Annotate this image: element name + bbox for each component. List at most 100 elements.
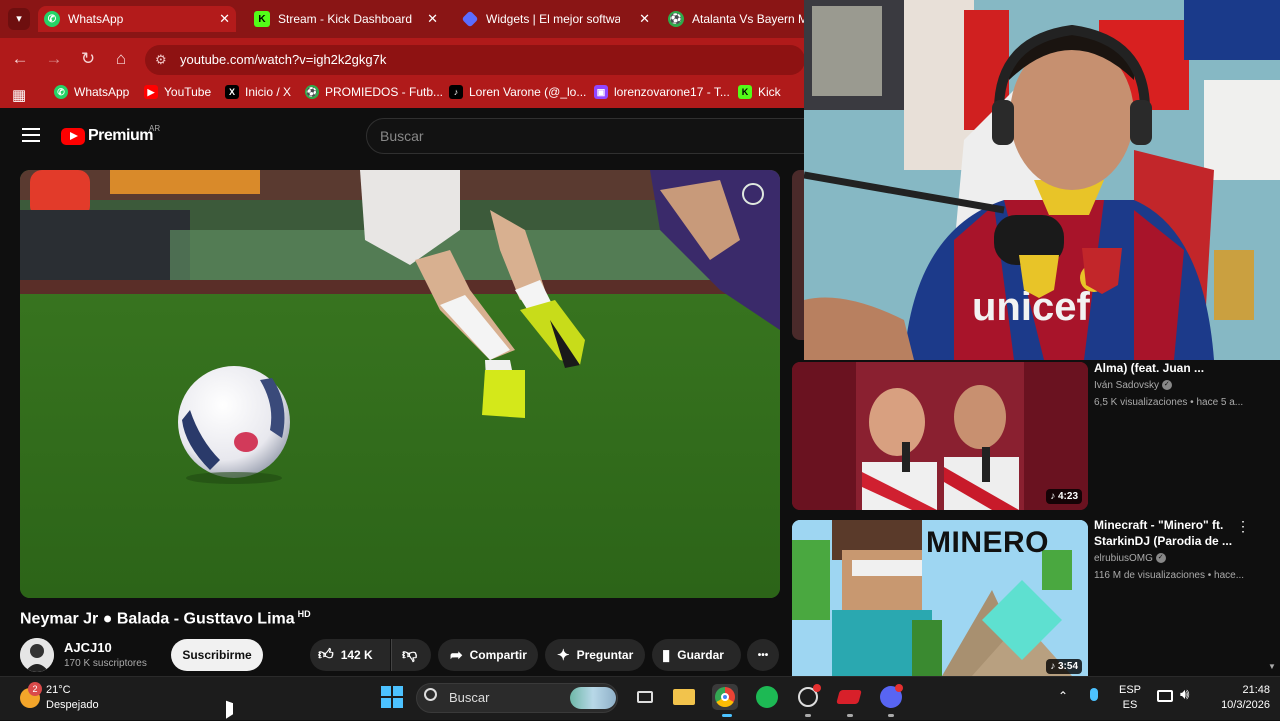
promiedos-icon: ⚽ [305, 85, 319, 99]
tab-whatsapp[interactable]: ✆ WhatsApp ✕ [38, 6, 236, 32]
video-player[interactable] [20, 170, 780, 598]
x-icon: X [225, 85, 239, 99]
recommendation-thumbnail[interactable]: MINERO ♪ 3:54 [792, 520, 1088, 676]
ask-button[interactable]: ✦ Preguntar [545, 639, 645, 671]
thumbs-down-icon: 👎︎ [402, 646, 418, 663]
youtube-search-placeholder: Buscar [380, 128, 424, 144]
subscribe-button[interactable]: Suscribirme [171, 639, 263, 671]
microphone-icon[interactable] [1090, 688, 1098, 701]
whatsapp-icon: ✆ [54, 85, 68, 99]
recommendation-title-line-2[interactable]: StarkinDJ (Parodia de ... [1094, 534, 1232, 549]
bookmark-youtube[interactable]: ▶ YouTube [144, 85, 211, 99]
close-tab-icon[interactable]: ✕ [427, 11, 438, 27]
home-icon[interactable]: ⌂ [110, 48, 132, 70]
more-icon: ••• [757, 649, 769, 661]
volume-icon[interactable]: 🔊︎ [1180, 686, 1189, 703]
streaming-app-icon[interactable] [836, 684, 862, 710]
bookmark-label: Loren Varone (@_lo... [469, 85, 587, 99]
thumbnail-image [792, 362, 1088, 510]
bookmark-label: YouTube [164, 85, 212, 99]
tab-atalanta-bayern[interactable]: ⚽ Atalanta Vs Bayern Mu [662, 6, 804, 32]
duration-text: 3:54 [1057, 661, 1078, 672]
tab-kick-dashboard[interactable]: K Stream - Kick Dashboard ✕ [248, 6, 444, 32]
video-title-text: Neymar Jr ● Balada - Gusttavo Lima [20, 610, 295, 628]
streaming-app-running-indicator [847, 714, 853, 717]
bookmark-icon: ▮ [662, 647, 671, 664]
weather-widget[interactable]: 2 21°C Despejado [18, 682, 128, 714]
channel-avatar[interactable] [20, 638, 54, 672]
channel-name[interactable]: AJCJ10 [64, 640, 112, 655]
recommendation-thumbnail-partial[interactable] [792, 170, 804, 340]
webcam-overlay: unicef [804, 0, 1280, 360]
network-icon[interactable] [1157, 690, 1173, 702]
youtube-logo-icon[interactable] [61, 128, 85, 145]
avatar-image [20, 638, 54, 672]
back-arrow-icon[interactable]: ← [9, 48, 31, 70]
site-settings-icon[interactable]: ⚙ [155, 52, 167, 68]
thumbnail-caption: MINERO [926, 526, 1049, 559]
spotify-icon[interactable] [754, 684, 780, 710]
forward-arrow-icon[interactable]: → [43, 48, 65, 70]
windows-start-icon[interactable] [379, 684, 405, 710]
task-view-icon[interactable] [632, 684, 658, 710]
youtube-search-input[interactable] [366, 118, 806, 154]
reload-icon[interactable]: ↻ [77, 48, 99, 70]
recommendation-channel[interactable]: elrubiusOMG ✓ [1094, 553, 1166, 564]
close-tab-icon[interactable]: ✕ [219, 11, 230, 27]
widgets-icon [461, 10, 479, 28]
share-arrow-icon: ➦ [450, 647, 463, 664]
windows-logo-glyph [381, 686, 403, 708]
bookmark-x[interactable]: X Inicio / X [225, 85, 291, 99]
bookmark-promiedos[interactable]: ⚽ PROMIEDOS - Futb... [305, 85, 443, 99]
like-button[interactable]: 👍︎ 142 K [310, 639, 390, 671]
obs-recording-dot [813, 684, 821, 692]
channel-text: Iván Sadovsky [1094, 380, 1160, 391]
share-button[interactable]: ➦ Compartir [438, 639, 538, 671]
bookmark-tiktok[interactable]: ♪ Loren Varone (@_lo... [449, 85, 586, 99]
scrollbar-down-arrow-icon[interactable]: ▼ [1268, 662, 1276, 671]
tab-title: Widgets | El mejor software [486, 12, 620, 26]
more-actions-button[interactable]: ••• [747, 639, 779, 671]
tiktok-icon: ♪ [449, 85, 463, 99]
bookmark-label: WhatsApp [74, 85, 130, 99]
search-icon [424, 688, 437, 701]
duration-badge: ♪ 3:54 [1046, 659, 1082, 674]
verified-icon: ✓ [1155, 553, 1166, 564]
keyboard-region: ES [1122, 699, 1138, 711]
show-hidden-icons-icon[interactable]: ⌃ [1058, 689, 1068, 703]
recommendation-title-line-1[interactable]: Minecraft - "Minero" ft. [1094, 518, 1223, 533]
language-code: ESP [1118, 684, 1141, 696]
clock-time: 21:48 [1242, 684, 1270, 696]
youtube-icon: ▶ [144, 85, 158, 99]
youtube-premium-logo[interactable]: Premium [88, 127, 153, 145]
menu-icon[interactable] [22, 128, 40, 146]
recommendation-thumbnail[interactable]: ♪ 4:23 [792, 362, 1088, 510]
taskbar-search-placeholder: Buscar [449, 690, 490, 705]
ask-label: Preguntar [576, 648, 634, 662]
recommendation-meta: 116 M de visualizaciones • hace... [1094, 570, 1245, 581]
bookmark-kick[interactable]: K Kick [738, 85, 781, 99]
dislike-button[interactable]: 👎︎ [391, 639, 431, 671]
bookmark-twitch[interactable]: ▣ lorenzovarone17 - T... [594, 85, 730, 99]
thumbs-up-icon: 👍︎ [318, 646, 334, 663]
clock-date: 10/3/2026 [1221, 699, 1270, 711]
close-tab-icon[interactable]: ✕ [639, 11, 650, 27]
save-button[interactable]: ▮ Guardar [652, 639, 741, 671]
tab-list-dropdown[interactable]: ▾ [8, 8, 30, 30]
url-text[interactable]: youtube.com/watch?v=igh2k2gkg7k [180, 52, 386, 67]
bookmark-whatsapp[interactable]: ✆ WhatsApp [54, 85, 129, 99]
clock[interactable]: 21:48 10/3/2026 [1204, 684, 1270, 711]
bookmark-label: Kick [758, 85, 781, 99]
language-indicator[interactable]: ESP ES [1115, 684, 1145, 711]
file-explorer-icon[interactable] [671, 684, 697, 710]
recommendation-title[interactable]: Alma) (feat. Juan ... [1094, 361, 1204, 376]
sparkle-icon: ✦ [557, 647, 570, 664]
tab-widgets[interactable]: Widgets | El mejor software ✕ [456, 6, 656, 32]
weather-temperature: 21°C [46, 684, 71, 696]
recommendation-channel[interactable]: Iván Sadovsky ✓ [1094, 380, 1172, 391]
more-options-icon[interactable]: ⋮ [1236, 518, 1250, 535]
apps-grid-icon[interactable]: ▦ [12, 86, 26, 104]
streamer-camera-image: unicef [804, 0, 1280, 360]
twitch-icon: ▣ [594, 85, 608, 99]
chrome-icon[interactable] [712, 684, 738, 710]
